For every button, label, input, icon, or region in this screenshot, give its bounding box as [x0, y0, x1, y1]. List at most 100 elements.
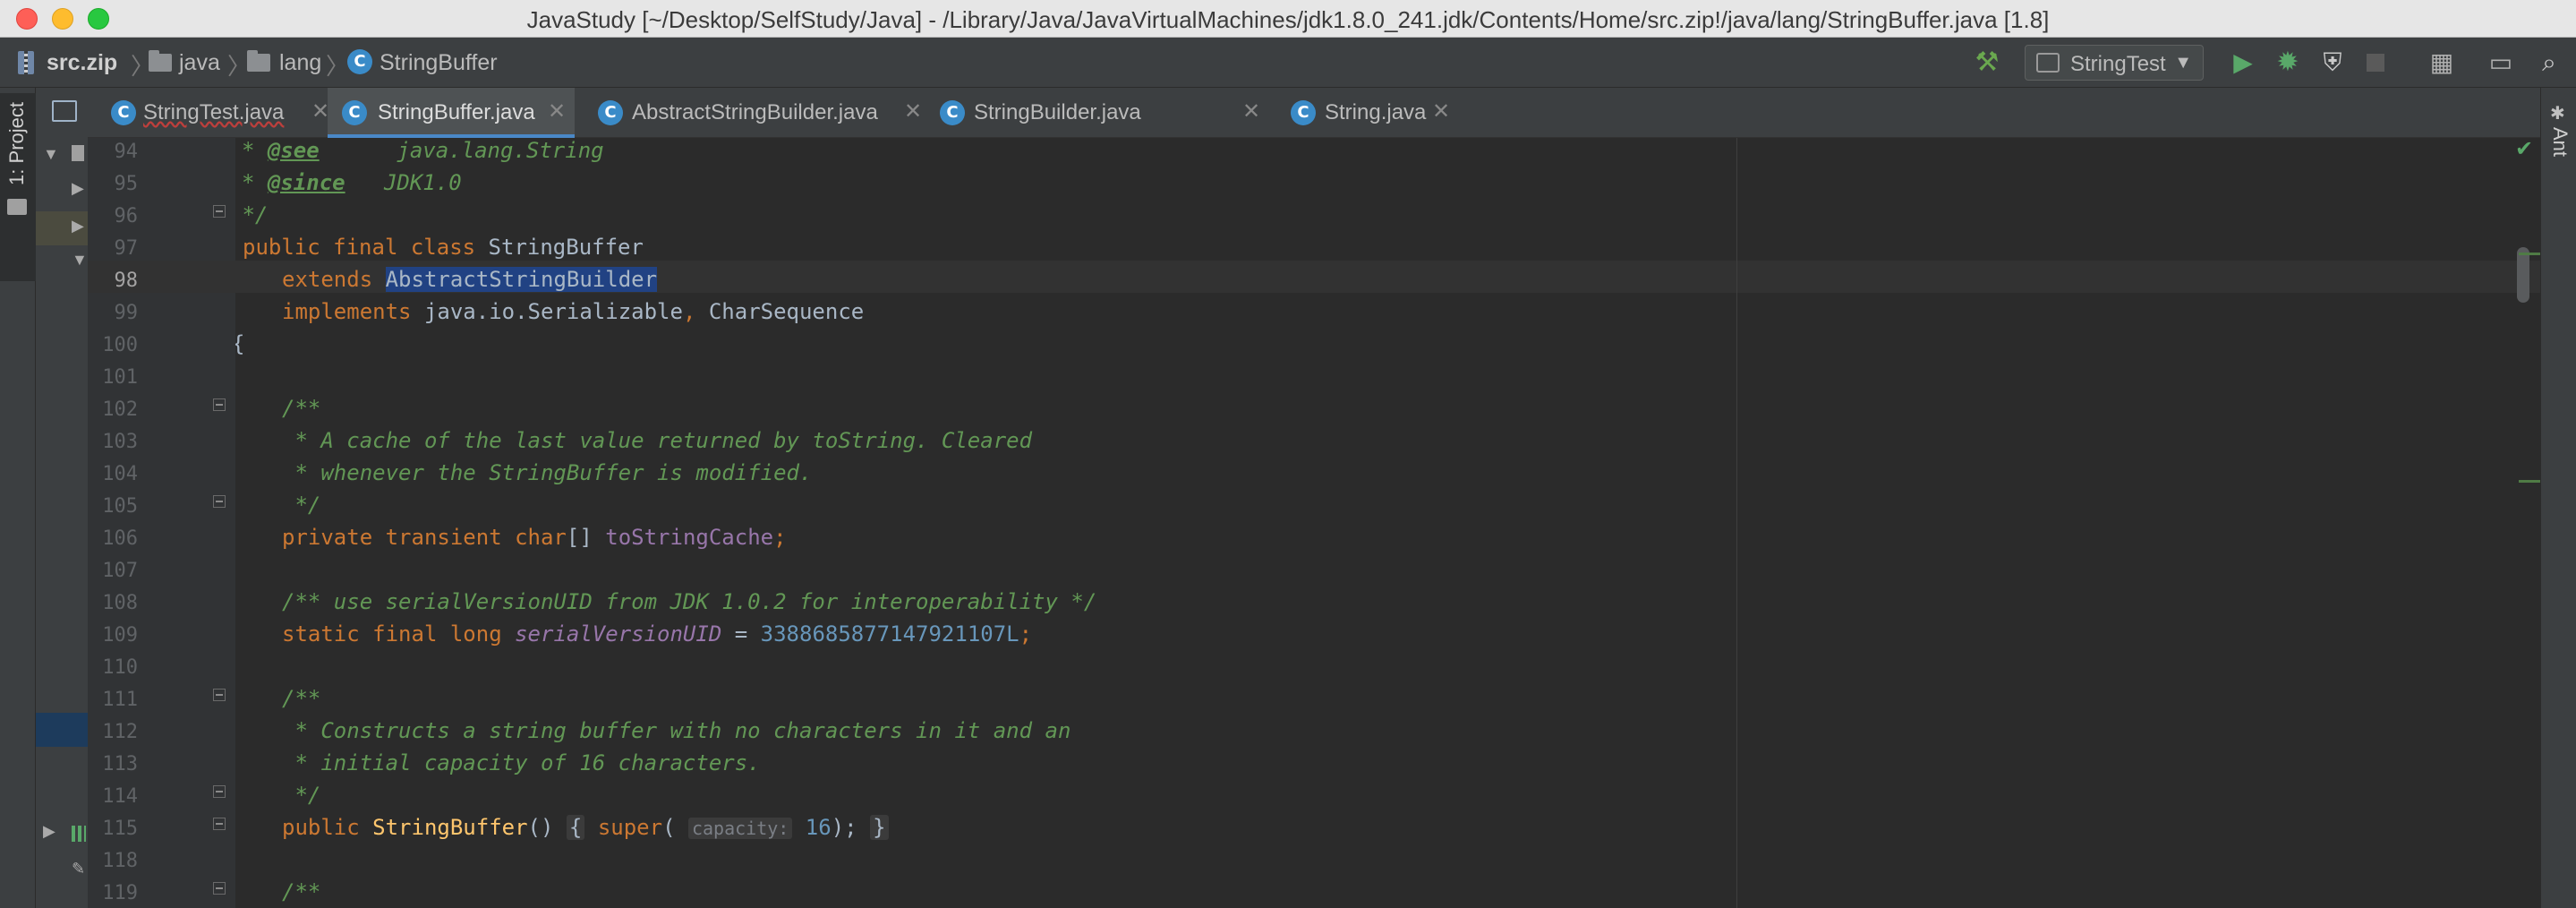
code-text: (: [662, 815, 688, 840]
code-text: */: [282, 783, 321, 808]
keyword: public: [282, 815, 360, 840]
line-number: 109: [102, 624, 138, 647]
code-text: */: [242, 202, 269, 227]
code-text: /** use serialVersionUID from JDK 1.0.2 …: [282, 589, 1097, 614]
close-tab-icon[interactable]: ✕: [548, 99, 566, 124]
class-icon: C: [347, 49, 372, 74]
collapse-arrow-icon[interactable]: ▶: [72, 217, 84, 236]
debug-icon[interactable]: ✹: [2272, 47, 2304, 79]
run-config-icon: [2036, 53, 2060, 73]
breadcrumb-separator-icon: 〉: [326, 53, 350, 80]
search-icon[interactable]: ⌕: [2533, 47, 2565, 79]
scratches-icon[interactable]: ✎: [72, 860, 85, 878]
line-number: 101: [102, 366, 138, 389]
code-text: );: [831, 815, 871, 840]
class-name: StringBuffer: [475, 235, 644, 260]
line-number: 105: [102, 495, 138, 518]
project-tool-tab[interactable]: 1: Project: [0, 93, 36, 281]
project-structure-icon[interactable]: ▦: [2426, 47, 2458, 79]
coverage-icon[interactable]: ⛨: [2316, 47, 2349, 79]
inspection-ok-icon[interactable]: ✔: [2515, 136, 2533, 162]
line-number: 118: [102, 850, 138, 872]
close-tab-icon[interactable]: ✕: [904, 99, 922, 124]
editor-tab-bar: C StringTest.java ✕ C StringBuffer.java …: [88, 88, 2540, 138]
line-number: 103: [102, 431, 138, 453]
code-text: /**: [282, 879, 321, 904]
fold-marker-icon[interactable]: [213, 882, 226, 895]
fold-marker-icon[interactable]: [213, 689, 226, 701]
close-tab-icon[interactable]: ✕: [1432, 99, 1450, 124]
method-name: StringBuffer: [372, 815, 528, 840]
line-number: 95: [114, 173, 139, 195]
keyword: implements: [282, 299, 412, 324]
code-text: ;: [1019, 621, 1033, 647]
code-text: * Constructs a string buffer with no cha…: [282, 718, 1071, 743]
folded-brace[interactable]: {: [566, 815, 585, 840]
fold-marker-icon[interactable]: [213, 398, 226, 411]
layout-icon[interactable]: ▭: [2485, 47, 2517, 79]
number-literal: 16: [805, 815, 832, 840]
breadcrumb-lang[interactable]: lang: [279, 50, 321, 76]
code-text: (): [527, 815, 567, 840]
build-hammer-icon[interactable]: ⚒: [1971, 47, 2003, 79]
tab-stringtest-java[interactable]: C StringTest.java ✕: [100, 88, 340, 138]
tab-abstractstringbuilder-java[interactable]: C AbstractStringBuilder.java ✕: [589, 88, 929, 138]
line-number: 102: [102, 398, 138, 421]
tab-string-java[interactable]: C String.java ✕: [1190, 88, 1450, 138]
breadcrumb-stringbuffer[interactable]: StringBuffer: [380, 50, 498, 76]
tab-stringbuffer-java[interactable]: C StringBuffer.java ✕: [328, 88, 575, 138]
code-text: * A cache of the last value returned by …: [282, 428, 1033, 453]
line-number: 110: [102, 656, 138, 679]
selected-text: AbstractStringBuilder: [385, 267, 658, 292]
change-marker[interactable]: [2519, 253, 2540, 255]
tab-label: StringBuilder.java: [974, 100, 1141, 124]
class-icon: C: [940, 100, 965, 125]
javadoc-tag: @since: [267, 170, 345, 195]
ant-tool-tab[interactable]: Ant: [2548, 127, 2572, 157]
module-icon: [72, 145, 84, 161]
stop-icon[interactable]: [2367, 54, 2384, 72]
collapse-arrow-icon[interactable]: ▶: [72, 179, 84, 198]
fold-marker-icon[interactable]: [213, 495, 226, 508]
class-icon: C: [342, 100, 367, 125]
fold-marker-icon[interactable]: [213, 785, 226, 798]
run-configuration-selector[interactable]: StringTest ▼: [2025, 45, 2204, 81]
code-text: ;: [773, 525, 787, 550]
run-icon[interactable]: ▶: [2227, 47, 2259, 79]
selected-tree-row[interactable]: [36, 713, 88, 747]
code-text: =: [721, 621, 761, 647]
code-text: ,: [682, 299, 696, 324]
line-number: 113: [102, 753, 138, 775]
line-number: 114: [102, 785, 138, 808]
field-name: toStringCache: [605, 525, 774, 550]
keyword: super: [597, 815, 663, 840]
code-text: CharSequence: [695, 299, 865, 324]
code-text: */: [282, 493, 321, 518]
vertical-scrollbar-thumb[interactable]: [2517, 247, 2529, 303]
keyword: private transient char: [282, 525, 567, 550]
expand-arrow-icon[interactable]: ▼: [72, 251, 88, 270]
breadcrumb-src-zip[interactable]: src.zip: [47, 50, 117, 76]
fold-marker-icon[interactable]: [213, 818, 226, 830]
zip-archive-icon: [18, 51, 34, 74]
expand-arrow-icon[interactable]: ▼: [43, 145, 59, 164]
collapse-arrow-icon[interactable]: ▶: [43, 822, 55, 841]
line-number: 100: [102, 334, 138, 356]
breadcrumb-java[interactable]: java: [179, 50, 220, 76]
panel-layout-icon[interactable]: [52, 100, 77, 122]
change-marker[interactable]: [2519, 480, 2540, 483]
line-number: 99: [114, 302, 139, 324]
code-text: /**: [282, 686, 321, 711]
class-icon: C: [598, 100, 623, 125]
right-tool-strip: ✱ Ant: [2540, 88, 2576, 908]
parameter-hint: capacity:: [687, 818, 793, 839]
run-configuration-label: StringTest: [2070, 52, 2166, 76]
folder-icon: [149, 50, 172, 72]
fold-marker-icon[interactable]: [213, 205, 226, 218]
code-editor[interactable]: * @see java.lang.String * @since JDK1.0 …: [235, 138, 2540, 908]
code-text: java.io.Serializable: [411, 299, 683, 324]
window-title: JavaStudy [~/Desktop/SelfStudy/Java] - /…: [526, 6, 2050, 33]
folded-brace[interactable]: }: [870, 815, 889, 840]
keyword: public final class: [243, 235, 476, 260]
line-number: 94: [114, 141, 139, 163]
